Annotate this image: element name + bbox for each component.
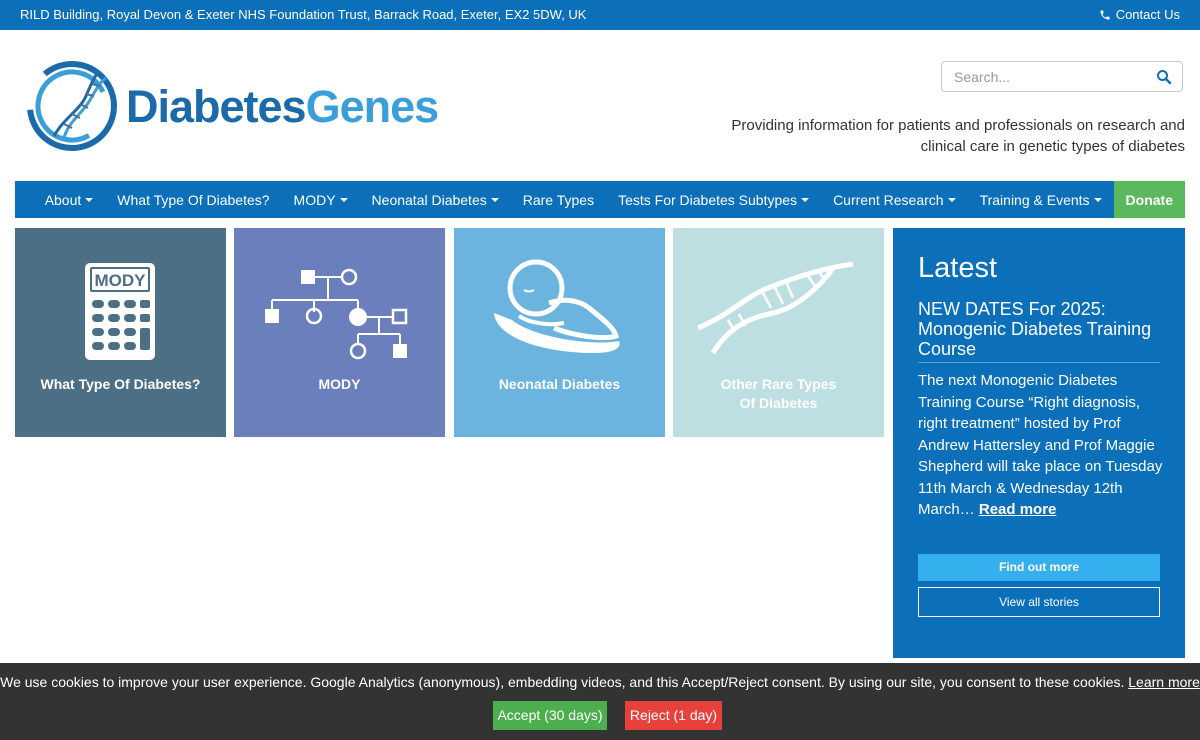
reject-cookies-button[interactable]: Reject (1 day)	[625, 701, 722, 730]
news-title[interactable]: NEW DATES For 2025: Monogenic Diabetes T…	[918, 299, 1168, 359]
search-input[interactable]	[942, 62, 1166, 91]
main-nav: About What Type Of Diabetes? MODY Neonat…	[15, 181, 1185, 218]
tile-neonatal[interactable]: Neonatal Diabetes	[454, 228, 665, 437]
caret-down-icon	[947, 197, 956, 202]
phone-icon	[1100, 10, 1110, 19]
divider	[918, 362, 1160, 363]
nav-item-label: Neonatal Diabetes	[371, 191, 487, 208]
caret-down-icon	[85, 197, 94, 202]
site-tagline: Providing information for patients and p…	[731, 117, 1185, 155]
cookie-banner: We use cookies to improve your user expe…	[0, 663, 1200, 740]
nav-item-label: About	[44, 191, 82, 208]
tile-mody[interactable]: MODY	[234, 228, 445, 437]
contact-us-label: Contact Us	[1115, 7, 1180, 22]
latest-heading: Latest	[918, 252, 997, 284]
nav-item-what-type[interactable]: What Type Of Diabetes?	[105, 181, 281, 218]
news-body: The next Monogenic Diabetes Training Cou…	[918, 372, 1163, 518]
calculator-screen-text: MODY	[95, 271, 147, 290]
logo-wordmark: DiabetesGenes	[126, 80, 440, 132]
nav-item-label: MODY	[293, 191, 336, 208]
view-all-stories-button[interactable]: View all stories	[918, 587, 1160, 617]
cookie-message: We use cookies to improve your user expe…	[0, 674, 1200, 690]
news-excerpt: The next Monogenic Diabetes Training Cou…	[918, 370, 1163, 521]
caret-down-icon	[1093, 197, 1102, 202]
tile-label-line2: Of Diabetes	[739, 395, 818, 411]
tile-label-line1: Other Rare Types	[720, 376, 837, 392]
find-out-more-button[interactable]: Find out more	[918, 554, 1160, 581]
nav-item-about[interactable]: About	[33, 181, 106, 218]
contact-us-link[interactable]: Contact Us	[1099, 7, 1180, 22]
tile-label: What Type Of Diabetes?	[40, 376, 201, 392]
nav-item-label: Tests For Diabetes Subtypes	[618, 191, 798, 208]
latest-news-panel: Latest NEW DATES For 2025: Monogenic Dia…	[893, 228, 1185, 658]
dna-icon	[697, 261, 854, 355]
nav-item-label: Current Research	[833, 191, 944, 208]
cookie-message-text: We use cookies to improve your user expe…	[0, 674, 1125, 690]
tile-rare-types[interactable]: Other Rare Types Of Diabetes	[673, 228, 884, 437]
tile-what-type[interactable]: MODY What Type Of Diabetes?	[15, 228, 226, 437]
pedigree-icon	[265, 268, 408, 360]
nav-item-research[interactable]: Current Research	[821, 181, 968, 218]
nav-item-tests[interactable]: Tests For Diabetes Subtypes	[606, 181, 821, 218]
nav-item-rare-types[interactable]: Rare Types	[511, 181, 606, 218]
tile-label: Neonatal Diabetes	[498, 376, 621, 392]
caret-down-icon	[339, 197, 348, 202]
nav-item-mody[interactable]: MODY	[282, 181, 360, 218]
baby-icon	[494, 259, 620, 353]
donate-button[interactable]: Donate	[1113, 181, 1185, 218]
address-text: RILD Building, Royal Devon & Exeter NHS …	[20, 7, 587, 22]
learn-more-link[interactable]: Learn more	[1128, 674, 1200, 690]
search-box	[941, 61, 1183, 92]
read-more-link[interactable]: Read more	[979, 501, 1057, 518]
site-logo[interactable]: DiabetesGenes	[24, 58, 440, 154]
nav-item-label: What Type Of Diabetes?	[117, 191, 270, 208]
logo-word-diabetes: Diabetes	[126, 80, 307, 132]
calculator-icon: MODY	[85, 263, 155, 360]
nav-item-neonatal[interactable]: Neonatal Diabetes	[360, 181, 511, 218]
top-bar: RILD Building, Royal Devon & Exeter NHS …	[0, 0, 1200, 30]
tile-label: MODY	[318, 376, 361, 392]
dna-circle-logo-icon	[27, 61, 117, 151]
logo-word-genes: Genes	[305, 80, 440, 132]
nav-item-label: Rare Types	[522, 191, 595, 208]
caret-down-icon	[490, 197, 499, 202]
caret-down-icon	[801, 197, 810, 202]
search-icon[interactable]	[1156, 69, 1172, 85]
nav-item-training[interactable]: Training & Events	[968, 181, 1114, 218]
nav-item-label: Training & Events	[979, 191, 1090, 208]
accept-cookies-button[interactable]: Accept (30 days)	[493, 701, 607, 730]
